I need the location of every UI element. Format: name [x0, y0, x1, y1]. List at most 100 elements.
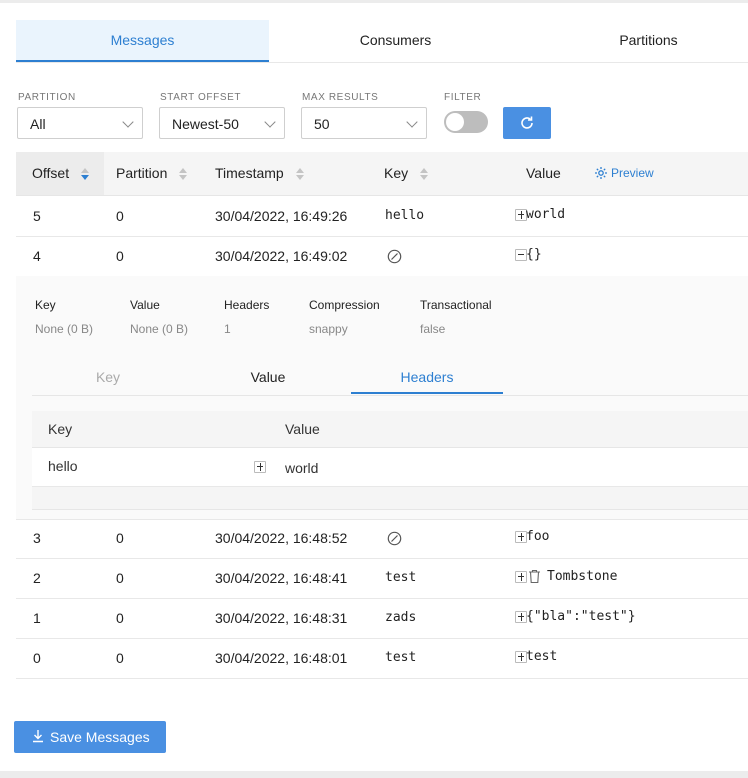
headers-table-header: Key Value: [32, 411, 748, 448]
chevron-down-icon: [264, 116, 276, 128]
headers-col-value: Value: [285, 421, 320, 437]
key-cell: zads: [385, 610, 417, 625]
info-headers-value: 1: [224, 322, 231, 336]
column-key[interactable]: Key: [384, 152, 429, 195]
table-row[interactable]: 4 0 30/04/2022, 16:49:02 {}: [16, 236, 748, 277]
timestamp-cell: 30/04/2022, 16:48:31: [215, 610, 348, 626]
save-messages-button[interactable]: Save Messages: [14, 721, 166, 753]
start-offset-select[interactable]: Newest-50: [159, 107, 285, 139]
refresh-icon: [521, 116, 533, 129]
value-cell: Tombstone: [547, 569, 618, 584]
headers-col-key: Key: [48, 421, 73, 437]
timestamp-cell: 30/04/2022, 16:48:41: [215, 570, 348, 586]
value-cell: world: [526, 207, 566, 222]
tab-messages[interactable]: Messages: [16, 20, 269, 62]
partition-select[interactable]: All: [17, 107, 143, 139]
expand-header-button[interactable]: [254, 461, 266, 473]
info-value-value: None (0 B): [130, 322, 189, 336]
table-row[interactable]: 0 0 30/04/2022, 16:48:01 test test: [16, 638, 748, 679]
table-row[interactable]: 2 0 30/04/2022, 16:48:41 test Tombstone: [16, 558, 748, 599]
timestamp-cell: 30/04/2022, 16:49:02: [215, 248, 348, 264]
preview-label: Preview: [611, 166, 654, 180]
start-offset-label: START OFFSET: [160, 92, 242, 103]
filter-label: FILTER: [444, 92, 482, 103]
offset-cell: 0: [33, 650, 41, 666]
offset-cell: 3: [33, 530, 41, 546]
info-transactional-label: Transactional: [420, 298, 492, 312]
partition-cell: 0: [116, 610, 124, 626]
partition-label: PARTITION: [18, 92, 76, 103]
max-results-select-value: 50: [314, 116, 330, 132]
chevron-down-icon: [122, 116, 134, 128]
info-key-value: None (0 B): [35, 322, 94, 336]
headers-table-footer: [32, 487, 748, 510]
sort-icon: [420, 167, 429, 181]
trash-icon: [529, 569, 540, 584]
gear-icon: [595, 167, 607, 179]
sort-icon: [295, 167, 304, 181]
offset-cell: 2: [33, 570, 41, 586]
tab-key: Key: [95, 369, 121, 385]
download-icon: [33, 730, 43, 743]
messages-table-header: Offset Partition Timestamp Key Value Pre…: [16, 152, 748, 196]
column-offset-label: Offset: [32, 165, 70, 181]
info-compression-value: snappy: [309, 322, 348, 336]
column-partition-label: Partition: [116, 165, 168, 181]
partition-select-value: All: [30, 116, 46, 132]
partition-cell: 0: [116, 650, 124, 666]
info-headers-label: Headers: [224, 298, 270, 312]
partition-cell: 0: [116, 208, 124, 224]
headers-table: Key Value hello world: [32, 411, 748, 510]
key-cell: test: [385, 570, 417, 585]
start-offset-select-value: Newest-50: [172, 116, 239, 132]
chevron-down-icon: [406, 116, 418, 128]
table-row[interactable]: 5 0 30/04/2022, 16:49:26 hello world: [16, 196, 748, 237]
refresh-button[interactable]: [503, 107, 551, 139]
max-results-select[interactable]: 50: [301, 107, 427, 139]
table-row[interactable]: 1 0 30/04/2022, 16:48:31 zads {"bla":"te…: [16, 598, 748, 639]
tab-partitions[interactable]: Partitions: [522, 20, 748, 61]
sort-icon: [179, 167, 188, 181]
column-offset[interactable]: Offset: [16, 152, 104, 195]
value-cell: test: [526, 649, 558, 664]
max-results-label: MAX RESULTS: [302, 92, 379, 103]
tab-consumers[interactable]: Consumers: [269, 20, 522, 61]
tab-value[interactable]: Value: [192, 363, 344, 394]
header-value-cell: world: [285, 460, 319, 476]
info-compression-label: Compression: [309, 298, 380, 312]
messages-page: Messages Consumers Partitions PARTITION …: [0, 3, 748, 771]
column-timestamp-label: Timestamp: [215, 165, 284, 181]
header-key-cell: hello: [48, 458, 78, 474]
null-icon: [387, 531, 402, 546]
offset-cell: 5: [33, 208, 41, 224]
timestamp-cell: 30/04/2022, 16:48:52: [215, 530, 348, 546]
filter-toggle[interactable]: [444, 111, 488, 133]
partition-cell: 0: [116, 248, 124, 264]
column-key-label: Key: [384, 165, 409, 181]
key-cell: test: [385, 650, 417, 665]
tab-headers[interactable]: Headers: [351, 363, 503, 394]
column-timestamp[interactable]: Timestamp: [215, 152, 304, 195]
preview-button[interactable]: Preview: [594, 152, 654, 195]
timestamp-cell: 30/04/2022, 16:49:26: [215, 208, 348, 224]
expand-row-button[interactable]: [515, 571, 527, 583]
value-cell: {"bla":"test"}: [526, 609, 636, 624]
table-row[interactable]: 3 0 30/04/2022, 16:48:52 foo: [16, 518, 748, 559]
info-key-label: Key: [35, 298, 56, 312]
column-partition[interactable]: Partition: [116, 152, 188, 195]
offset-cell: 1: [33, 610, 41, 626]
toggle-knob: [446, 113, 464, 131]
table-row: hello world: [32, 448, 748, 487]
details-tabs: Key Value Headers: [32, 363, 748, 396]
key-cell: hello: [385, 208, 425, 223]
value-cell: foo: [526, 529, 550, 544]
save-messages-label: Save Messages: [50, 729, 150, 745]
message-details-panel: Key None (0 B) Value None (0 B) Headers …: [16, 276, 748, 520]
info-value-label: Value: [130, 298, 160, 312]
timestamp-cell: 30/04/2022, 16:48:01: [215, 650, 348, 666]
topic-tabs: Messages Consumers Partitions: [16, 20, 748, 63]
partition-cell: 0: [116, 530, 124, 546]
offset-cell: 4: [33, 248, 41, 264]
info-transactional-value: false: [420, 322, 446, 336]
value-cell: {}: [526, 247, 542, 262]
